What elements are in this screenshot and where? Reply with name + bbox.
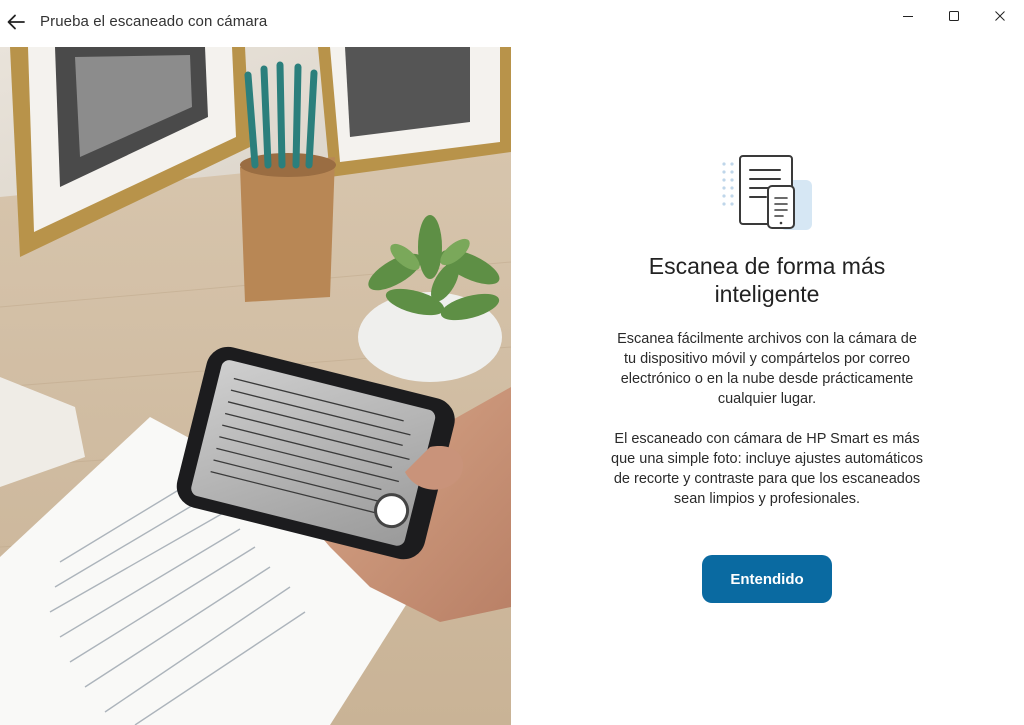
minimize-button[interactable] <box>885 3 931 29</box>
arrow-left-icon <box>7 14 25 30</box>
document-phone-scan-icon <box>718 150 814 234</box>
close-button[interactable] <box>977 3 1023 29</box>
hero-photo <box>0 47 511 725</box>
window-title: Prueba el escaneado con cámara <box>40 13 268 30</box>
back-button[interactable] <box>5 11 27 33</box>
maximize-button[interactable] <box>931 3 977 29</box>
title-bar: Prueba el escaneado con cámara <box>0 0 1024 46</box>
page-heading: Escanea de forma más inteligente <box>648 253 886 307</box>
close-icon <box>995 11 1005 21</box>
description-paragraph-2: El escaneado con cámara de HP Smart es m… <box>611 431 923 507</box>
description-paragraph-1: Escanea fácilmente archivos con la cámar… <box>617 331 917 407</box>
maximize-icon <box>949 11 959 21</box>
understood-button[interactable]: Entendido <box>702 555 832 603</box>
minimize-icon <box>903 16 913 17</box>
main-content: Escanea de forma más inteligente Escanea… <box>511 47 1024 725</box>
